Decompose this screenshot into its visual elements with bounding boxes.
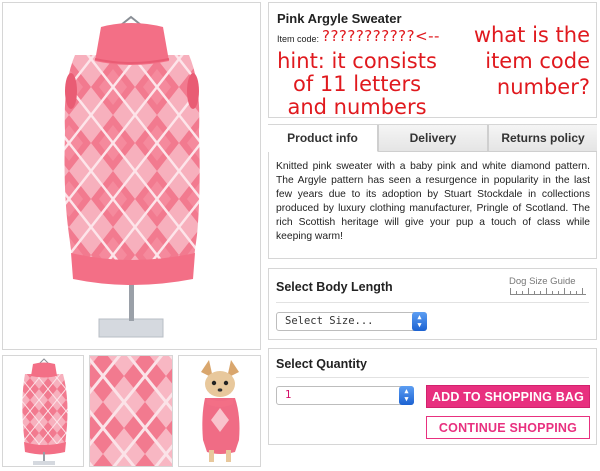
item-code-label: Item code:	[277, 34, 320, 44]
annotation-hint: of 11 letters	[292, 72, 422, 96]
sweater-thumbnail-image	[22, 358, 68, 465]
section-divider	[276, 302, 589, 303]
tab-delivery[interactable]: Delivery	[378, 125, 488, 152]
tab-bar: Product info Delivery Returns policy	[268, 125, 597, 152]
size-select[interactable]: Select Size... ▲ ▼	[276, 312, 427, 331]
thumbnail-dog-wearing[interactable]	[178, 355, 261, 467]
item-code-value: ???????????<--	[322, 27, 440, 45]
dog-wearing-sweater-image	[201, 360, 240, 462]
quantity-section: Select Quantity 1 ▲ ▼ ADD TO SHOPPING BAG…	[268, 348, 597, 445]
product-header: Pink Argyle Sweater Item code: ?????????…	[268, 2, 597, 118]
thumbnail-front[interactable]	[2, 355, 84, 467]
add-to-shopping-bag-button[interactable]: ADD TO SHOPPING BAG	[426, 385, 590, 408]
sweater-on-mannequin-image	[64, 15, 200, 338]
size-select-value: Select Size...	[285, 315, 374, 327]
body-length-title: Select Body Length	[276, 280, 393, 294]
quantity-select-value: 1	[285, 389, 292, 401]
product-title: Pink Argyle Sweater	[277, 11, 402, 26]
quantity-title: Select Quantity	[276, 357, 367, 371]
product-description: Knitted pink sweater with a baby pink an…	[276, 161, 590, 242]
main-product-image[interactable]	[2, 2, 261, 350]
ruler-icon	[510, 288, 586, 295]
annotation-hint: hint: it consists	[277, 49, 437, 73]
size-guide-label: Dog Size Guide	[509, 276, 576, 287]
select-arrows-icon: ▲ ▼	[399, 386, 414, 405]
section-divider	[276, 377, 589, 378]
product-tabs: Product info Delivery Returns policy Kni…	[268, 124, 597, 259]
annotation-question: number?	[496, 75, 590, 99]
annotation-hint: and numbers	[287, 95, 427, 119]
annotation-question: item code	[485, 49, 590, 73]
tab-returns-policy[interactable]: Returns policy	[488, 125, 597, 152]
thumbnail-pattern-closeup[interactable]	[89, 355, 173, 467]
argyle-closeup-image	[90, 356, 172, 466]
select-arrows-icon: ▲ ▼	[412, 312, 427, 331]
annotation-question: what is the	[473, 23, 590, 47]
body-length-section: Select Body Length Dog Size Guide Select…	[268, 268, 597, 340]
quantity-select[interactable]: 1 ▲ ▼	[276, 386, 414, 405]
continue-shopping-button[interactable]: CONTINUE SHOPPING	[426, 416, 590, 439]
tab-product-info[interactable]: Product info	[268, 125, 378, 152]
dog-size-guide-link[interactable]: Dog Size Guide	[509, 276, 589, 296]
